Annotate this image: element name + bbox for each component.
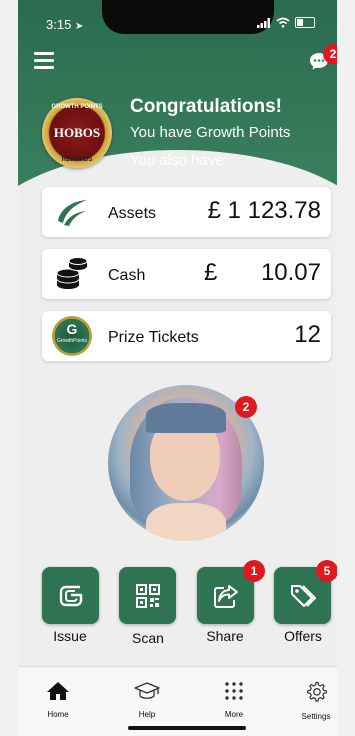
scan-label: Scan	[132, 630, 164, 646]
growth-g-icon	[59, 585, 82, 606]
prize-icon-text: GrowthPoints	[56, 338, 87, 344]
tab-settings[interactable]: Settings	[286, 681, 337, 721]
prize-tickets-value: 12	[294, 321, 321, 348]
share-label: Share	[206, 628, 244, 644]
issue-button[interactable]	[42, 567, 99, 624]
share-badge: 1	[243, 560, 265, 582]
offers-label: Offers	[284, 628, 322, 644]
device-notch	[102, 0, 274, 34]
tab-home[interactable]: Home	[28, 681, 88, 719]
cash-label: Cash	[108, 267, 146, 284]
grid-dots-icon	[225, 682, 243, 700]
issue-label: Issue	[53, 628, 87, 644]
cash-value: 10.07	[260, 259, 321, 286]
tab-help[interactable]: Help	[117, 681, 177, 719]
share-arrow-icon	[213, 584, 238, 608]
wifi-icon	[276, 17, 290, 28]
logo-center-text: HOBOS	[53, 125, 101, 140]
signal-icon	[257, 17, 270, 28]
growth-points-text: You have Growth Points	[130, 124, 291, 141]
avatar-body	[146, 503, 226, 541]
assets-swoosh-icon	[58, 200, 87, 226]
status-time-text: 3:15	[46, 17, 72, 32]
chat-badge: 2	[323, 44, 337, 64]
home-indicator	[128, 726, 246, 730]
price-tag-icon	[290, 584, 316, 607]
tab-more-label: More	[224, 710, 244, 719]
assets-label: Assets	[108, 205, 157, 222]
prize-tickets-card[interactable]: G GrowthPoints Prize Tickets 12	[42, 311, 331, 361]
status-icons	[257, 17, 315, 28]
tab-settings-label: Settings	[301, 712, 331, 721]
hamburger-menu-icon[interactable]	[34, 52, 54, 69]
coins-stack-icon	[56, 257, 88, 289]
phone-screen: 3:15 ➤ 2 GROWTH POINTS HOBOS REWARDS Con…	[18, 0, 337, 736]
assets-value: £ 1 123.78	[207, 197, 321, 224]
logo-bottom-text: REWARDS	[61, 157, 93, 163]
avatar-bangs	[146, 403, 226, 433]
location-arrow-icon: ➤	[74, 21, 84, 32]
congrats-title: Congratulations!	[130, 96, 282, 117]
scan-button[interactable]	[119, 567, 176, 624]
cash-card[interactable]: Cash £ 10.07	[42, 249, 331, 299]
logo-top-text: GROWTH POINTS	[51, 104, 103, 110]
tab-home-label: Home	[47, 710, 69, 719]
growth-points-badge-icon: G GrowthPoints	[52, 316, 92, 356]
prize-tickets-label: Prize Tickets	[108, 329, 199, 346]
status-time: 3:15 ➤	[46, 17, 83, 32]
hobos-rewards-logo: GROWTH POINTS HOBOS REWARDS	[42, 98, 112, 168]
avatar-badge: 2	[235, 396, 257, 418]
also-have-text: You also have:	[130, 152, 228, 169]
tab-more[interactable]: More	[204, 681, 264, 719]
qr-code-icon	[135, 583, 160, 608]
assets-card[interactable]: Assets £ 1 123.78	[42, 187, 331, 237]
battery-icon	[295, 17, 315, 28]
gear-icon	[307, 681, 327, 702]
graduation-cap-icon	[134, 682, 160, 699]
offers-badge: 5	[316, 560, 337, 582]
cash-currency: £	[204, 259, 218, 286]
tab-help-label: Help	[138, 710, 156, 719]
home-icon	[47, 682, 69, 700]
